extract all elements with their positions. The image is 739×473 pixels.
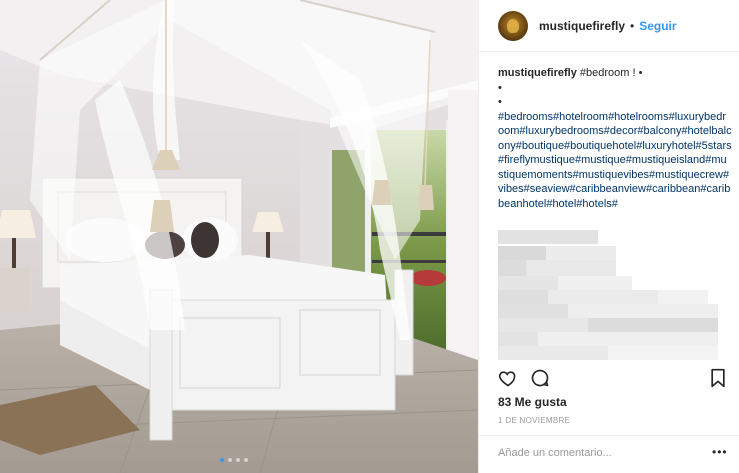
caption-bullet-1: •: [498, 81, 502, 94]
pixelated-comments-image: [498, 230, 718, 360]
carousel-dot: [228, 458, 232, 462]
bookmark-icon[interactable]: [709, 368, 727, 393]
post-caption: mustiquefirefly #bedroom ! • • • #bedroo…: [498, 66, 732, 211]
carousel-dot: [236, 458, 240, 462]
blurred-comments: [498, 230, 728, 360]
heart-icon[interactable]: [498, 368, 518, 393]
carousel-dot-active: [220, 458, 224, 462]
bedroom-photo-image: [0, 0, 478, 473]
caption-bullet-2: •: [498, 96, 502, 108]
caption-username[interactable]: mustiquefirefly: [498, 67, 577, 79]
header-username[interactable]: mustiquefirefly: [539, 19, 625, 33]
carousel-indicator: [220, 458, 248, 462]
comment-bar: Añade un comentario... •••: [479, 435, 739, 473]
post-side-panel: mustiquefirefly • Seguir mustiquefirefly…: [478, 0, 739, 473]
post-photo[interactable]: [0, 0, 478, 473]
header-separator: •: [630, 18, 635, 33]
comment-input[interactable]: Añade un comentario...: [498, 447, 612, 459]
follow-button[interactable]: Seguir: [639, 19, 676, 33]
avatar[interactable]: [498, 10, 528, 41]
caption-text: #bedroom ! •: [576, 67, 643, 79]
post-date: 1 DE NOVIEMBRE: [498, 416, 571, 425]
caption-first-line: mustiquefirefly #bedroom ! •: [498, 66, 732, 81]
more-options-button[interactable]: •••: [712, 445, 728, 459]
post-header: mustiquefirefly • Seguir: [479, 0, 739, 52]
caption-hashtags[interactable]: #bedrooms#hotelroom#hotelrooms#luxurybed…: [498, 110, 732, 212]
carousel-dot: [244, 458, 248, 462]
likes-count[interactable]: 83 Me gusta: [498, 395, 567, 409]
comment-icon[interactable]: [530, 368, 550, 393]
post-actions: [498, 368, 728, 392]
